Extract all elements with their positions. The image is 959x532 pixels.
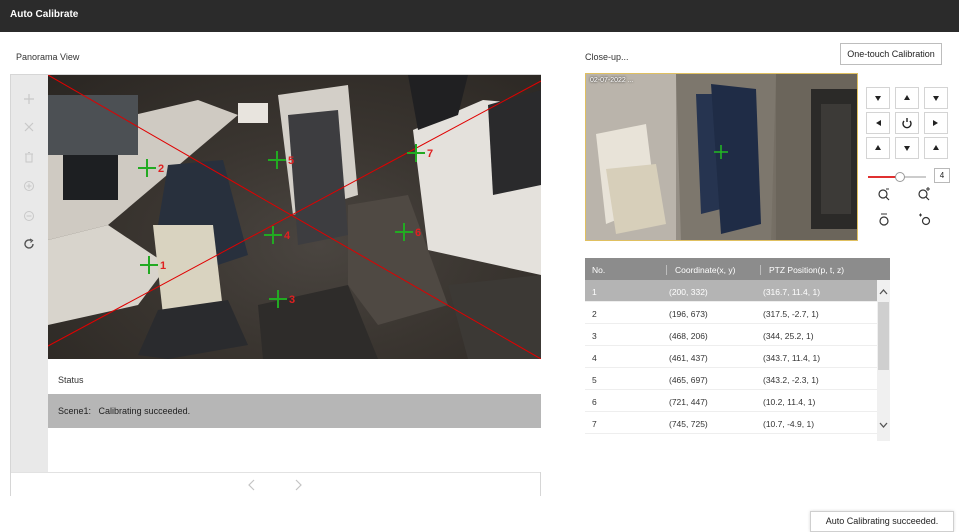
chevron-right-icon[interactable] — [293, 479, 303, 491]
closeup-scene — [586, 74, 857, 240]
zoom-out-icon — [878, 188, 890, 201]
closeup-image[interactable]: 02-07-2022 ... — [585, 73, 858, 241]
zoom-slider[interactable] — [868, 172, 926, 182]
column-header-coordinate: Coordinate(x, y) — [666, 265, 735, 275]
focus-far-button[interactable] — [912, 208, 936, 230]
scroll-up-icon[interactable] — [878, 288, 889, 296]
one-touch-calibration-button[interactable]: One-touch Calibration — [840, 43, 942, 65]
cell-coordinate: (196, 673) — [669, 309, 708, 319]
cell-coordinate: (745, 725) — [669, 419, 708, 429]
calibration-points-table: No. Coordinate(x, y) PTZ Position(p, t, … — [585, 258, 890, 441]
cell-ptz-position: (10.2, 11.4, 1) — [763, 397, 816, 407]
panorama-toolbar — [11, 75, 48, 472]
chevron-left-icon[interactable] — [247, 479, 257, 491]
calibration-point-number: 2 — [158, 163, 164, 175]
zoom-value-field[interactable]: 4 — [934, 168, 950, 183]
zoom-in-icon — [918, 187, 930, 201]
calibration-point-number: 1 — [160, 260, 166, 272]
cell-no: 4 — [592, 353, 597, 363]
cell-ptz-position: (10.7, -4.9, 1) — [763, 419, 815, 429]
cell-no: 1 — [592, 287, 597, 297]
cell-ptz-position: (316.7, 11.4, 1) — [763, 287, 821, 297]
status-row: Scene1: Calibrating succeeded. — [48, 394, 541, 428]
zoom-out-button[interactable] — [872, 183, 896, 205]
panorama-view-label: Panorama View — [16, 52, 80, 62]
scroll-down-icon[interactable] — [878, 421, 889, 429]
table-row[interactable]: 1 (200, 332) (316.7, 11.4, 1) — [585, 280, 877, 302]
status-scene: Scene1: — [58, 406, 92, 416]
cell-no: 2 — [592, 309, 597, 319]
ptz-left-button[interactable] — [866, 112, 890, 134]
column-header-no: No. — [592, 265, 606, 275]
toast-notification: Auto Calibrating succeeded. — [810, 511, 954, 532]
delete-icon[interactable] — [19, 147, 39, 167]
cell-coordinate: (465, 697) — [669, 375, 708, 385]
pager — [11, 472, 540, 496]
table-row[interactable]: 3 (468, 206) (344, 25.2, 1) — [585, 324, 877, 346]
cell-coordinate: (200, 332) — [669, 287, 708, 297]
focus-icon — [879, 213, 889, 226]
close-icon[interactable] — [19, 117, 39, 137]
focus-far-icon — [919, 213, 931, 226]
ptz-down-left-button[interactable] — [866, 137, 890, 159]
ptz-down-button[interactable] — [895, 137, 919, 159]
add-point-icon[interactable] — [19, 89, 39, 109]
ptz-up-left-button[interactable] — [866, 87, 890, 109]
calibration-point-number: 7 — [427, 148, 433, 160]
status-label: Status — [58, 375, 84, 385]
calibration-point-number: 4 — [284, 230, 291, 242]
panorama-scene: 2 5 7 4 6 1 3 — [48, 75, 541, 359]
table-row[interactable]: 2 (196, 673) (317.5, -2.7, 1) — [585, 302, 877, 324]
panorama-image[interactable]: 2 5 7 4 6 1 3 — [48, 75, 541, 359]
zoom-in-icon[interactable] — [19, 176, 39, 196]
calibration-point-number: 6 — [415, 227, 421, 239]
zoom-slider-thumb[interactable] — [895, 172, 905, 182]
table-row[interactable]: 7 (745, 725) (10.7, -4.9, 1) — [585, 412, 877, 434]
cell-coordinate: (721, 447) — [669, 397, 708, 407]
cell-ptz-position: (317.5, -2.7, 1) — [763, 309, 819, 319]
ptz-up-button[interactable] — [895, 87, 919, 109]
window-title: Auto Calibrate — [10, 9, 79, 20]
status-panel: Status Scene1: Calibrating succeeded. — [48, 359, 541, 472]
cell-no: 5 — [592, 375, 597, 385]
table-row[interactable]: 6 (721, 447) (10.2, 11.4, 1) — [585, 390, 877, 412]
ptz-control-panel: 4 — [864, 75, 954, 235]
closeup-timestamp: 02-07-2022 ... — [590, 77, 634, 84]
column-header-ptz-position: PTZ Position(p, t, z) — [760, 265, 844, 275]
ptz-auto-rotate-button[interactable] — [895, 112, 919, 134]
cell-no: 3 — [592, 331, 597, 341]
closeup-label: Close-up... — [585, 52, 629, 62]
ptz-up-right-button[interactable] — [924, 87, 948, 109]
table-header: No. Coordinate(x, y) PTZ Position(p, t, … — [585, 258, 890, 280]
calibration-point-number: 3 — [289, 294, 295, 306]
cell-no: 7 — [592, 419, 597, 429]
calibration-point-marker[interactable]: 4 — [264, 226, 291, 244]
table-row[interactable]: 5 (465, 697) (343.2, -2.3, 1) — [585, 368, 877, 390]
cell-coordinate: (461, 437) — [669, 353, 708, 363]
title-bar: Auto Calibrate — [0, 0, 959, 32]
zoom-in-button[interactable] — [912, 183, 936, 205]
table-row[interactable]: 4 (461, 437) (343.7, 11.4, 1) — [585, 346, 877, 368]
table-scrollbar-thumb[interactable] — [878, 302, 889, 370]
status-text: Calibrating succeeded. — [98, 406, 191, 416]
refresh-icon[interactable] — [19, 234, 39, 254]
ptz-right-button[interactable] — [924, 112, 948, 134]
cell-coordinate: (468, 206) — [669, 331, 708, 341]
focus-near-button[interactable] — [872, 208, 896, 230]
cell-ptz-position: (343.2, -2.3, 1) — [763, 375, 819, 385]
status-message: Scene1: Calibrating succeeded. — [58, 406, 190, 416]
cell-ptz-position: (344, 25.2, 1) — [763, 331, 814, 341]
zoom-out-icon[interactable] — [19, 206, 39, 226]
ptz-down-right-button[interactable] — [924, 137, 948, 159]
cell-no: 6 — [592, 397, 597, 407]
table-scrollbar[interactable] — [877, 280, 890, 441]
panorama-panel: 2 5 7 4 6 1 3 Status Scene1: Calibrating succe… — [10, 74, 541, 496]
calibration-point-number: 5 — [288, 155, 294, 167]
cell-ptz-position: (343.7, 11.4, 1) — [763, 353, 821, 363]
